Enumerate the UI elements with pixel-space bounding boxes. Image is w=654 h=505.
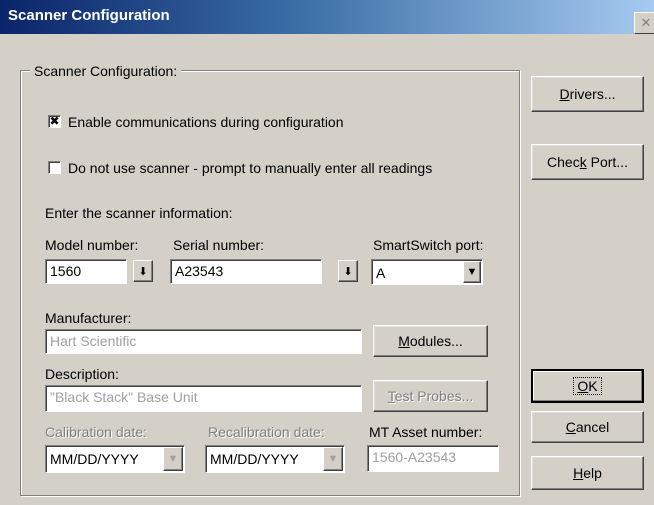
- description-field: "Black Stack" Base Unit: [45, 385, 362, 412]
- cancel-button[interactable]: Cancel: [531, 411, 644, 443]
- smartswitch-dropdown-button[interactable]: ▼: [463, 261, 481, 283]
- asset-number-field: 1560-A23543: [367, 445, 499, 472]
- group-title: Scanner Configuration:: [30, 63, 182, 79]
- close-button[interactable]: ✕: [634, 12, 654, 34]
- down-arrow-icon: ⬇: [138, 265, 148, 278]
- chevron-down-icon: ▼: [466, 266, 478, 278]
- asset-label: MT Asset number:: [369, 424, 483, 440]
- manufacturer-label: Manufacturer:: [45, 310, 132, 326]
- recalibration-dropdown-button[interactable]: ▼: [323, 447, 343, 471]
- model-number-input[interactable]: 1560: [45, 259, 127, 284]
- recalibration-date-value: MM/DD/YYYY: [210, 451, 299, 467]
- model-browse-button[interactable]: ⬇: [133, 260, 153, 282]
- serial-number-input[interactable]: A23543: [170, 259, 322, 284]
- ok-button[interactable]: OK: [531, 369, 644, 403]
- close-icon: ✕: [640, 15, 652, 30]
- smartswitch-value: A: [376, 265, 386, 281]
- drivers-button[interactable]: Drivers...: [531, 76, 644, 112]
- calibration-label: Calibration date:: [45, 424, 147, 440]
- chevron-down-icon: ▼: [327, 453, 339, 465]
- enable-comms-label[interactable]: Enable communications during configurati…: [68, 114, 344, 130]
- enable-comms-checkbox[interactable]: ✖: [48, 115, 61, 128]
- no-scanner-label[interactable]: Do not use scanner - prompt to manually …: [68, 160, 432, 176]
- smartswitch-label: SmartSwitch port:: [373, 237, 484, 253]
- check-mark-icon: ✖: [49, 114, 60, 128]
- no-scanner-checkbox[interactable]: [48, 161, 61, 174]
- test-probes-button[interactable]: Test Probes...: [373, 380, 488, 412]
- serial-browse-button[interactable]: ⬇: [338, 260, 358, 282]
- check-port-button[interactable]: Check Port...: [531, 144, 644, 180]
- model-label: Model number:: [45, 237, 139, 253]
- description-label: Description:: [45, 366, 119, 382]
- modules-button[interactable]: Modules...: [373, 325, 488, 357]
- recalibration-label: Recalibration date:: [208, 424, 325, 440]
- manufacturer-field: Hart Scientific: [45, 329, 362, 354]
- chevron-down-icon: ▼: [167, 453, 179, 465]
- down-arrow-icon: ⬇: [343, 265, 353, 278]
- serial-label: Serial number:: [173, 237, 265, 253]
- calibration-dropdown-button[interactable]: ▼: [163, 447, 183, 471]
- window-title: Scanner Configuration: [8, 7, 170, 24]
- help-button[interactable]: Help: [531, 456, 644, 490]
- calibration-date-value: MM/DD/YYYY: [50, 451, 139, 467]
- info-heading: Enter the scanner information:: [45, 205, 233, 221]
